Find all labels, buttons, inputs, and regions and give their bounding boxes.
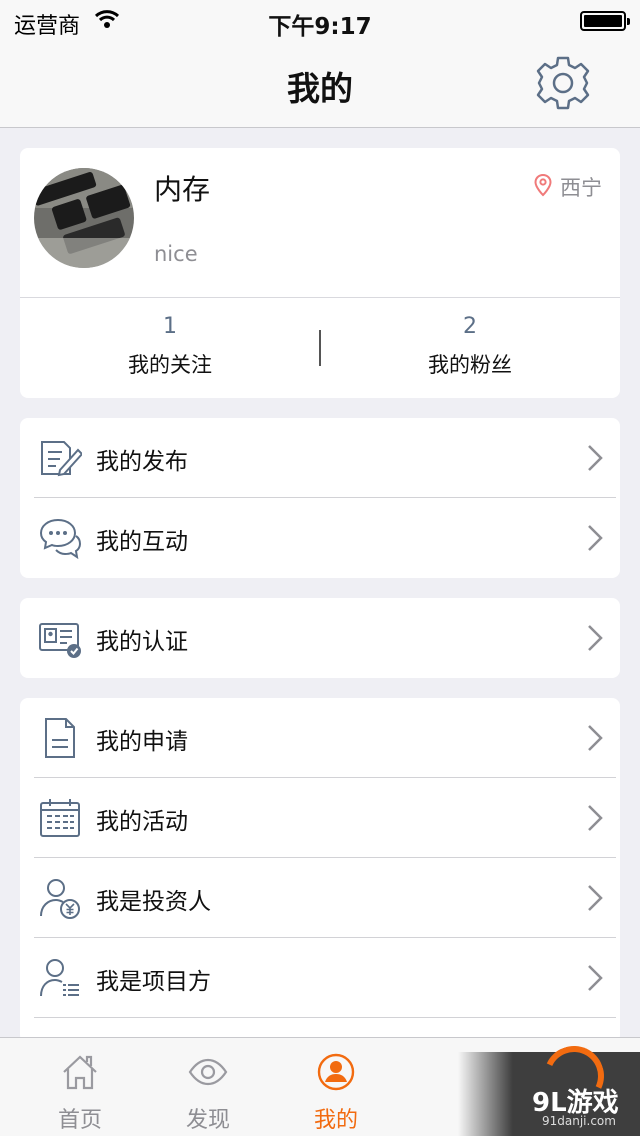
location: 西宁 xyxy=(534,172,602,202)
settings-gear-icon[interactable] xyxy=(534,54,592,112)
id-card-verified-icon xyxy=(38,616,82,660)
watermark-logo: 9L游戏 91danji.com xyxy=(458,1037,640,1136)
following-label: 我的关注 xyxy=(128,353,212,377)
menu-item-project-owner[interactable]: 我是项目方 xyxy=(20,938,620,1018)
menu-item-my-events[interactable]: 我的活动 xyxy=(20,778,620,858)
menu-item-label: 我的活动 xyxy=(96,809,188,835)
user-bio: nice xyxy=(154,242,198,266)
watermark-subtext: 91danji.com xyxy=(542,1114,616,1128)
investor-icon xyxy=(38,876,82,920)
chevron-right-icon xyxy=(586,884,604,912)
menu-item-my-verification[interactable]: 我的认证 xyxy=(20,598,620,678)
edit-document-icon xyxy=(38,436,84,480)
followers-label: 我的粉丝 xyxy=(428,353,512,377)
eye-icon xyxy=(188,1052,228,1092)
chevron-right-icon xyxy=(586,444,604,472)
chevron-right-icon xyxy=(586,724,604,752)
followers-count: 2 xyxy=(463,314,477,339)
document-icon xyxy=(38,716,82,760)
following-count: 1 xyxy=(163,314,177,339)
following-stat[interactable]: 1 我的关注 xyxy=(20,298,320,398)
location-pin-icon xyxy=(534,173,552,202)
menu-group-roles: 我的申请 我的活动 我是投资人 我是项目方 xyxy=(20,698,620,1043)
location-text: 西宁 xyxy=(560,176,602,200)
status-time: 下午9:17 xyxy=(268,14,372,40)
status-bar: 运营商 下午9:17 xyxy=(0,0,640,40)
tab-home[interactable]: 首页 xyxy=(16,1038,144,1136)
row-separator xyxy=(34,1017,616,1018)
avatar[interactable] xyxy=(34,168,134,268)
tab-label: 我的 xyxy=(313,1108,358,1133)
chat-bubbles-icon xyxy=(38,516,82,560)
tab-mine[interactable]: 我的 xyxy=(272,1038,400,1136)
tab-label: 首页 xyxy=(57,1108,102,1133)
calendar-icon xyxy=(38,796,82,840)
menu-item-label: 我的互动 xyxy=(96,529,188,555)
menu-item-label: 我的认证 xyxy=(96,629,188,655)
project-owner-icon xyxy=(38,956,82,1000)
tab-discover[interactable]: 发现 xyxy=(144,1038,272,1136)
user-circle-icon xyxy=(316,1052,356,1092)
menu-group-content: 我的发布 我的互动 xyxy=(20,418,620,578)
nav-bar: 我的 xyxy=(0,40,640,128)
menu-item-label: 我是项目方 xyxy=(96,969,211,995)
menu-item-label: 我的申请 xyxy=(96,729,188,755)
chevron-right-icon xyxy=(586,804,604,832)
menu-group-verification: 我的认证 xyxy=(20,598,620,678)
chevron-right-icon xyxy=(586,624,604,652)
menu-item-label: 我的发布 xyxy=(96,449,188,475)
chevron-right-icon xyxy=(586,524,604,552)
chevron-right-icon xyxy=(586,964,604,992)
user-name: 内存 xyxy=(154,173,211,206)
home-icon xyxy=(60,1052,100,1092)
profile-card: 内存 nice 西宁 1 我的关注 2 我的粉丝 xyxy=(20,148,620,398)
menu-item-investor[interactable]: 我是投资人 xyxy=(20,858,620,938)
menu-item-my-interactions[interactable]: 我的互动 xyxy=(20,498,620,578)
menu-item-my-posts[interactable]: 我的发布 xyxy=(20,418,620,498)
followers-stat[interactable]: 2 我的粉丝 xyxy=(320,298,620,398)
tab-label: 发现 xyxy=(185,1108,230,1133)
menu-item-label: 我是投资人 xyxy=(96,889,211,915)
battery-icon xyxy=(580,11,630,31)
menu-item-my-applications[interactable]: 我的申请 xyxy=(20,698,620,778)
